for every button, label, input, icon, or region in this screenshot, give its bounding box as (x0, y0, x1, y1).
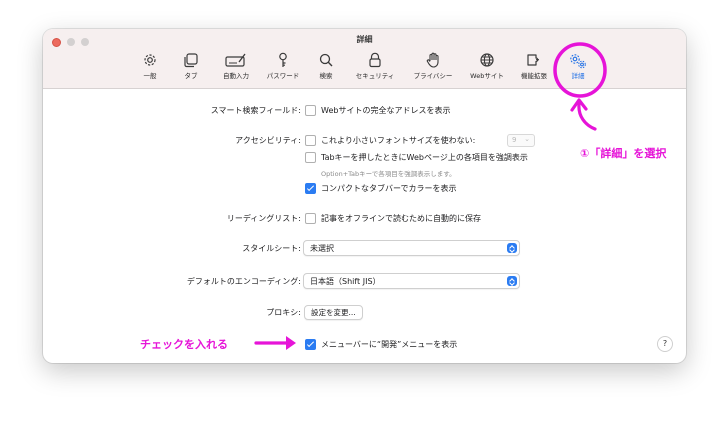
right-arrow-head (286, 336, 296, 350)
highlight-circle (553, 42, 607, 98)
annotation-layer (254, 42, 607, 350)
step1-annotation: ①「詳細」を選択 (580, 147, 667, 160)
check-annotation: チェックを入れる (140, 338, 228, 351)
